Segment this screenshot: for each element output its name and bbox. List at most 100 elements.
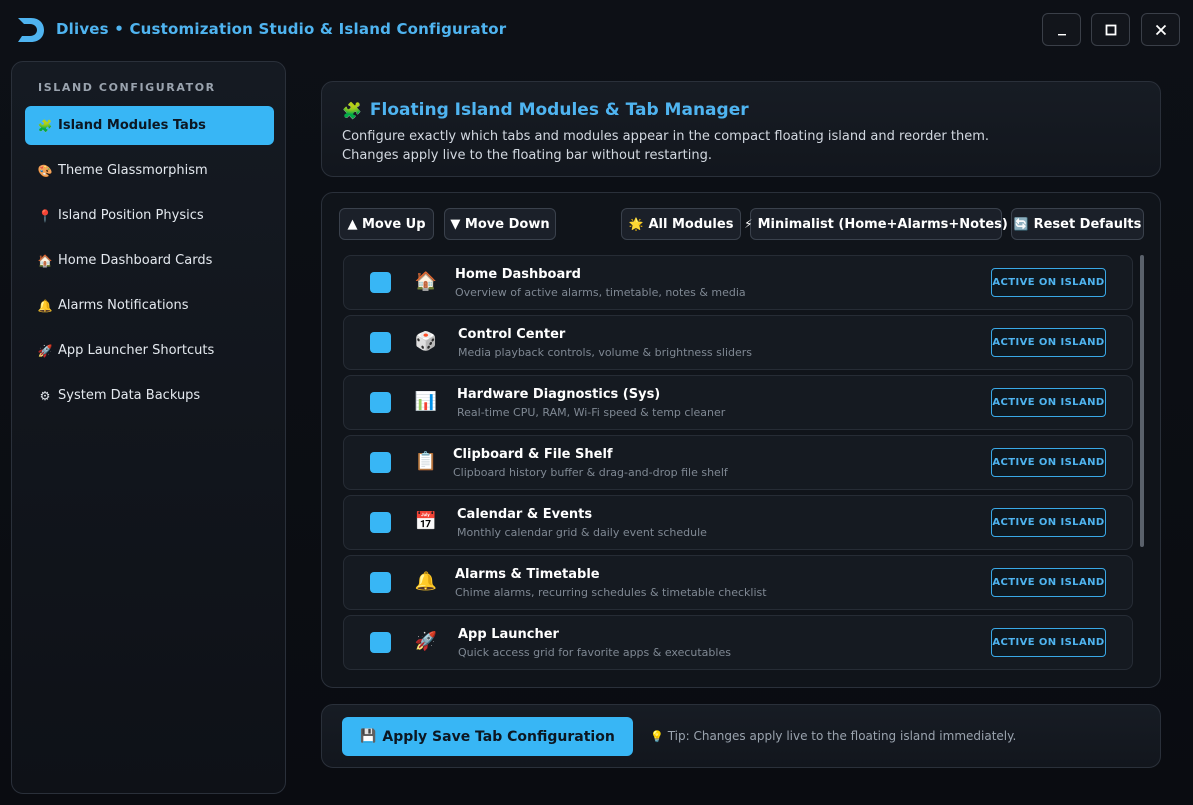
module-subtitle: Chime alarms, recurring schedules & time… — [455, 586, 767, 599]
bell-icon: 🔔 — [37, 298, 53, 313]
close-icon — [1155, 24, 1166, 35]
page-title-text: Floating Island Modules & Tab Manager — [369, 100, 749, 120]
module-subtitle: Media playback controls, volume & bright… — [458, 346, 753, 359]
all-modules-button[interactable]: 🌟 All Modules — [621, 208, 741, 240]
sidebar-item-system-backups[interactable]: ⚙ System Data Backups — [25, 376, 274, 415]
module-row-clipboard[interactable]: 📋 Clipboard & File Shelf Clipboard histo… — [343, 435, 1133, 490]
minimalist-label: Minimalist (Home+Alarms+Notes) — [757, 216, 1008, 232]
module-checkbox[interactable] — [370, 572, 391, 593]
sparkle-icon: 🌟 — [628, 217, 644, 231]
minimalist-preset-button[interactable]: ⚡ Minimalist (Home+Alarms+Notes) — [744, 208, 1008, 240]
module-subtitle: Quick access grid for favorite apps & ex… — [458, 646, 731, 659]
module-title: Alarms & Timetable — [455, 567, 600, 582]
tip-text: 💡 Tip: Changes apply live to the floatin… — [650, 729, 1016, 743]
sidebar-item-label: Theme Glassmorphism — [58, 163, 208, 178]
sidebar-item-app-launcher[interactable]: 🚀 App Launcher Shortcuts — [25, 331, 274, 370]
module-row-control-center[interactable]: 🎲 Control Center Media playback controls… — [343, 315, 1133, 370]
sidebar-item-label: Home Dashboard Cards — [58, 253, 213, 268]
sidebar-heading: ISLAND CONFIGURATOR — [38, 81, 216, 94]
module-title: App Launcher — [458, 627, 559, 642]
module-checkbox[interactable] — [370, 512, 391, 533]
dice-icon: 🎲 — [414, 331, 438, 352]
minimize-button[interactable] — [1042, 13, 1081, 46]
module-title: Home Dashboard — [455, 267, 581, 282]
maximize-icon — [1105, 24, 1116, 35]
module-checkbox[interactable] — [370, 332, 391, 353]
footer-bar: 💾 Apply Save Tab Configuration 💡 Tip: Ch… — [321, 704, 1161, 768]
palette-icon: 🎨 — [37, 163, 53, 178]
reset-defaults-label: Reset Defaults — [1033, 216, 1142, 232]
module-title: Control Center — [458, 327, 566, 342]
sidebar-item-label: App Launcher Shortcuts — [58, 343, 215, 358]
floppy-disk-icon: 💾 — [360, 729, 377, 744]
sidebar-item-home-dashboard[interactable]: 🏠 Home Dashboard Cards — [25, 241, 274, 280]
module-status-badge[interactable]: ACTIVE ON ISLAND — [991, 268, 1106, 297]
app-logo-icon — [18, 18, 44, 42]
gear-icon: ⚙ — [39, 388, 51, 403]
maximize-button[interactable] — [1091, 13, 1130, 46]
module-row-hardware-diagnostics[interactable]: 📊 Hardware Diagnostics (Sys) Real-time C… — [343, 375, 1133, 430]
puzzle-icon: 🧩 — [342, 100, 362, 120]
module-title: Clipboard & File Shelf — [453, 447, 613, 462]
module-checkbox[interactable] — [370, 452, 391, 473]
module-checkbox[interactable] — [370, 632, 391, 653]
house-icon: 🏠 — [414, 271, 438, 292]
close-button[interactable] — [1141, 13, 1180, 46]
module-status-badge[interactable]: ACTIVE ON ISLAND — [991, 628, 1106, 657]
module-subtitle: Real-time CPU, RAM, Wi-Fi speed & temp c… — [457, 406, 726, 419]
apply-save-button[interactable]: 💾 Apply Save Tab Configuration — [342, 717, 633, 756]
modules-panel: ▲ Move Up ▼ Move Down 🌟 All Modules ⚡ Mi… — [321, 192, 1161, 688]
page-title: 🧩 Floating Island Modules & Tab Manager — [342, 100, 749, 120]
module-row-calendar[interactable]: 📅 Calendar & Events Monthly calendar gri… — [343, 495, 1133, 550]
page-description: Configure exactly which tabs and modules… — [342, 127, 1142, 165]
move-down-button[interactable]: ▼ Move Down — [444, 208, 556, 240]
sidebar-item-island-modules[interactable]: 🧩 Island Modules Tabs — [25, 106, 274, 145]
page-description-line: Changes apply live to the floating bar w… — [342, 148, 712, 163]
sidebar-item-label: Island Modules Tabs — [58, 118, 206, 133]
bar-chart-icon: 📊 — [414, 391, 438, 412]
page-description-line: Configure exactly which tabs and modules… — [342, 129, 990, 144]
sidebar-item-label: Island Position Physics — [58, 208, 204, 223]
module-row-alarms[interactable]: 🔔 Alarms & Timetable Chime alarms, recur… — [343, 555, 1133, 610]
module-status-badge[interactable]: ACTIVE ON ISLAND — [991, 388, 1106, 417]
module-status-badge[interactable]: ACTIVE ON ISLAND — [991, 328, 1106, 357]
house-icon: 🏠 — [37, 253, 53, 268]
calendar-icon: 📅 — [414, 511, 438, 532]
all-modules-label: All Modules — [648, 216, 734, 232]
pin-icon: 📍 — [37, 208, 53, 223]
module-subtitle: Clipboard history buffer & drag-and-drop… — [453, 466, 728, 479]
sidebar-item-label: Alarms Notifications — [58, 298, 189, 313]
refresh-icon: 🔄 — [1013, 217, 1029, 231]
rocket-icon: 🚀 — [37, 343, 53, 358]
title-bar: Dlives • Customization Studio & Island C… — [0, 0, 1193, 60]
module-status-badge[interactable]: ACTIVE ON ISLAND — [991, 568, 1106, 597]
sidebar-item-theme[interactable]: 🎨 Theme Glassmorphism — [25, 151, 274, 190]
sidebar: ISLAND CONFIGURATOR 🧩 Island Modules Tab… — [11, 61, 286, 794]
module-status-badge[interactable]: ACTIVE ON ISLAND — [991, 448, 1106, 477]
app-window: Dlives • Customization Studio & Island C… — [0, 0, 1193, 805]
module-title: Calendar & Events — [457, 507, 593, 522]
module-status-badge[interactable]: ACTIVE ON ISLAND — [991, 508, 1106, 537]
clipboard-icon: 📋 — [414, 451, 438, 472]
module-row-app-launcher[interactable]: 🚀 App Launcher Quick access grid for fav… — [343, 615, 1133, 670]
module-subtitle: Monthly calendar grid & daily event sche… — [457, 526, 707, 539]
lightbulb-icon: 💡 — [650, 729, 664, 743]
module-subtitle: Overview of active alarms, timetable, no… — [455, 286, 746, 299]
module-list-scrollbar[interactable] — [1140, 255, 1144, 547]
sidebar-item-alarms[interactable]: 🔔 Alarms Notifications — [25, 286, 274, 325]
app-title: Dlives • Customization Studio & Island C… — [56, 20, 507, 38]
module-checkbox[interactable] — [370, 272, 391, 293]
lightning-icon: ⚡ — [744, 217, 753, 231]
sidebar-item-island-position[interactable]: 📍 Island Position Physics — [25, 196, 274, 235]
page-header: 🧩 Floating Island Modules & Tab Manager … — [321, 81, 1161, 177]
minimize-icon — [1057, 33, 1066, 35]
bell-icon: 🔔 — [414, 571, 438, 592]
module-title: Hardware Diagnostics (Sys) — [457, 387, 661, 402]
module-checkbox[interactable] — [370, 392, 391, 413]
module-row-home-dashboard[interactable]: 🏠 Home Dashboard Overview of active alar… — [343, 255, 1133, 310]
rocket-icon: 🚀 — [414, 631, 438, 652]
tip-label: Tip: Changes apply live to the floating … — [667, 729, 1017, 743]
sidebar-item-label: System Data Backups — [58, 388, 201, 403]
reset-defaults-button[interactable]: 🔄 Reset Defaults — [1011, 208, 1144, 240]
move-up-button[interactable]: ▲ Move Up — [339, 208, 434, 240]
